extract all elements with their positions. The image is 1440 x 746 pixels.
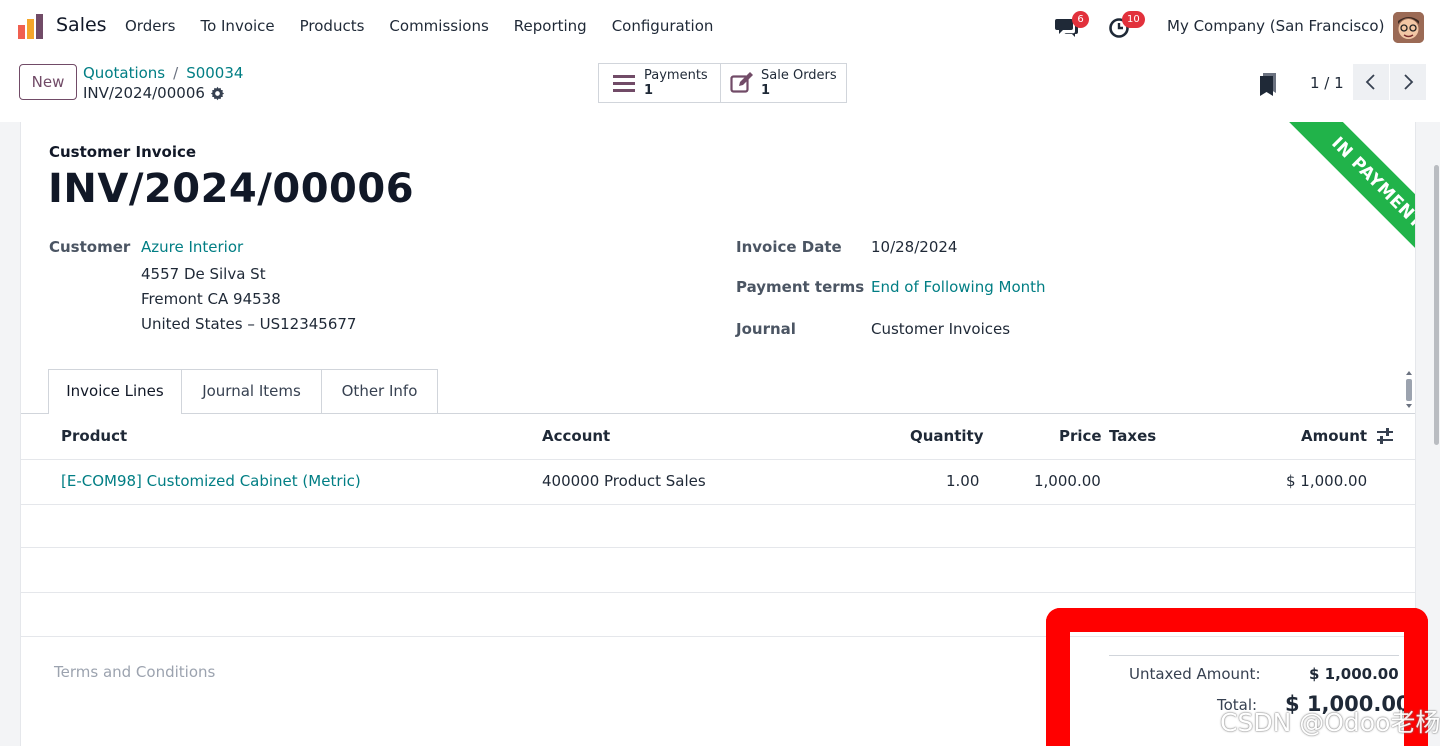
user-avatar[interactable]: [1393, 12, 1424, 43]
sale-orders-count: 1: [761, 83, 771, 98]
chevron-left-icon: [1365, 74, 1375, 90]
column-settings-icon[interactable]: [1376, 428, 1394, 444]
customer-label: Customer: [49, 238, 131, 256]
pager-value[interactable]: 1 / 1: [1310, 74, 1344, 92]
invoice-number: INV/2024/00006: [48, 166, 415, 212]
menu-to-invoice[interactable]: To Invoice: [200, 17, 274, 35]
column-product[interactable]: Product: [61, 427, 127, 445]
breadcrumb: Quotations / S00034: [83, 64, 243, 82]
payment-terms-label: Payment terms: [736, 278, 865, 296]
notebook-tabs: Invoice Lines Journal Items Other Info: [21, 369, 1415, 414]
activities-badge: 10: [1122, 11, 1145, 28]
payments-count: 1: [644, 83, 654, 98]
edit-icon: [730, 72, 753, 93]
app-name[interactable]: Sales: [56, 14, 107, 36]
journal-label: Journal: [736, 320, 796, 338]
main-menu: Orders To Invoice Products Commissions R…: [125, 17, 738, 35]
bookmark-icon[interactable]: [1258, 72, 1278, 96]
row-account[interactable]: 400000 Product Sales: [542, 472, 706, 490]
menu-commissions[interactable]: Commissions: [389, 17, 488, 35]
menu-products[interactable]: Products: [300, 17, 365, 35]
row-price[interactable]: 1,000.00: [1034, 472, 1101, 490]
messages-badge: 6: [1072, 11, 1089, 28]
address-line-2: Fremont CA 94538: [141, 290, 281, 308]
address-line-3: United States – US12345677: [141, 315, 357, 333]
gear-icon[interactable]: [210, 86, 225, 101]
invoice-date-value[interactable]: 10/28/2024: [871, 238, 957, 256]
page-scrollbar-thumb[interactable]: [1434, 165, 1439, 445]
breadcrumb-separator: /: [173, 64, 179, 82]
list-icon: [613, 75, 635, 92]
customer-link[interactable]: Azure Interior: [141, 238, 243, 256]
row-divider: [21, 547, 1415, 548]
company-switcher[interactable]: My Company (San Francisco): [1167, 17, 1384, 35]
status-ribbon-text: IN PAYMENT: [1278, 122, 1415, 282]
watermark-text: CSDN @Odoo老杨: [1220, 708, 1440, 737]
journal-value[interactable]: Customer Invoices: [871, 320, 1010, 338]
new-button[interactable]: New: [19, 64, 77, 100]
column-account[interactable]: Account: [542, 427, 610, 445]
column-taxes[interactable]: Taxes: [1109, 427, 1156, 445]
pager-previous-button[interactable]: [1353, 64, 1389, 100]
menu-reporting[interactable]: Reporting: [514, 17, 587, 35]
column-quantity[interactable]: Quantity: [910, 427, 984, 445]
menu-configuration[interactable]: Configuration: [612, 17, 714, 35]
tab-journal-items[interactable]: Journal Items: [182, 369, 322, 413]
sale-orders-label: Sale Orders: [761, 68, 837, 83]
sales-app-icon[interactable]: [17, 13, 45, 41]
pager-next-button[interactable]: [1390, 64, 1426, 100]
status-ribbon: IN PAYMENT: [1255, 122, 1415, 282]
document-type: Customer Invoice: [49, 143, 197, 161]
breadcrumb-current: INV/2024/00006: [83, 84, 225, 102]
current-record-name: INV/2024/00006: [83, 84, 205, 102]
address-line-1: 4557 De Silva St: [141, 265, 266, 283]
row-divider: [21, 504, 1415, 505]
payments-smart-button[interactable]: Payments 1: [598, 63, 721, 103]
payments-label: Payments: [644, 68, 708, 83]
terms-and-conditions-field[interactable]: Terms and Conditions: [54, 663, 215, 681]
invoice-date-label: Invoice Date: [736, 238, 842, 256]
chevron-right-icon: [1404, 74, 1414, 90]
payment-terms-link[interactable]: End of Following Month: [871, 278, 1046, 296]
menu-orders[interactable]: Orders: [125, 17, 175, 35]
header-divider: [21, 459, 1415, 460]
lines-scrollbar[interactable]: [1404, 369, 1414, 409]
row-quantity[interactable]: 1.00: [946, 472, 979, 490]
row-divider: [21, 592, 1415, 593]
column-amount[interactable]: Amount: [1301, 427, 1367, 445]
breadcrumb-sale-order[interactable]: S00034: [186, 64, 243, 82]
breadcrumb-quotations[interactable]: Quotations: [83, 64, 165, 82]
sale-orders-smart-button[interactable]: Sale Orders 1: [720, 63, 847, 103]
control-panel: New Quotations / S00034 INV/2024/00006 Pay…: [0, 54, 1440, 123]
top-navbar: Sales Orders To Invoice Products Commiss…: [0, 0, 1440, 54]
column-price[interactable]: Price: [1059, 427, 1102, 445]
row-product[interactable]: [E-COM98] Customized Cabinet (Metric): [61, 472, 361, 490]
tab-other-info[interactable]: Other Info: [322, 369, 438, 413]
tab-invoice-lines[interactable]: Invoice Lines: [48, 369, 182, 414]
row-amount[interactable]: $ 1,000.00: [1286, 472, 1367, 490]
